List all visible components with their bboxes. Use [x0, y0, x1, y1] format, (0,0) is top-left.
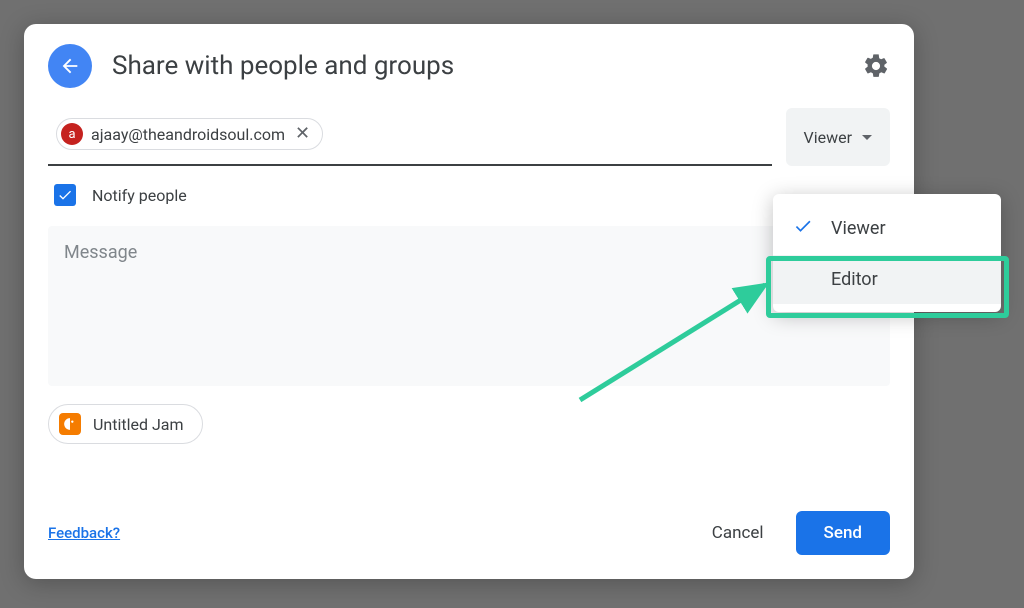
role-option-label: Viewer [831, 218, 981, 239]
message-input[interactable]: Message [48, 226, 890, 386]
gear-icon [862, 52, 890, 80]
recipient-row: a ajaay@theandroidsoul.com ✕ Viewer [24, 100, 914, 166]
role-option-viewer[interactable]: Viewer [773, 202, 1001, 255]
role-option-label: Editor [831, 269, 981, 290]
recipient-email: ajaay@theandroidsoul.com [91, 125, 285, 144]
role-dropdown-menu: Viewer Editor [773, 194, 1001, 312]
dialog-footer: Feedback? Cancel Send [24, 491, 914, 579]
recipient-chip[interactable]: a ajaay@theandroidsoul.com ✕ [56, 118, 323, 150]
dialog-header: Share with people and groups [24, 24, 914, 100]
settings-button[interactable] [862, 52, 890, 80]
jam-icon [59, 413, 81, 435]
feedback-link[interactable]: Feedback? [48, 524, 120, 542]
send-button[interactable]: Send [796, 511, 890, 555]
attachment-row: Untitled Jam [24, 386, 914, 444]
check-icon [57, 187, 73, 203]
notify-checkbox[interactable] [54, 184, 76, 206]
recipient-input[interactable]: a ajaay@theandroidsoul.com ✕ [48, 108, 772, 166]
role-dropdown-button[interactable]: Viewer [786, 108, 891, 166]
chevron-down-icon [862, 135, 872, 140]
attachment-chip[interactable]: Untitled Jam [48, 404, 203, 444]
role-dropdown-label: Viewer [804, 128, 853, 147]
attachment-name: Untitled Jam [93, 415, 184, 434]
notify-label: Notify people [92, 186, 187, 205]
role-option-editor[interactable]: Editor [773, 255, 1001, 304]
cancel-button[interactable]: Cancel [692, 513, 784, 553]
dialog-title: Share with people and groups [112, 51, 862, 81]
remove-recipient-icon[interactable]: ✕ [293, 125, 312, 143]
arrow-left-icon [59, 55, 81, 77]
message-placeholder: Message [64, 242, 137, 263]
back-button[interactable] [48, 44, 92, 88]
check-icon [793, 216, 817, 241]
avatar: a [61, 123, 83, 145]
